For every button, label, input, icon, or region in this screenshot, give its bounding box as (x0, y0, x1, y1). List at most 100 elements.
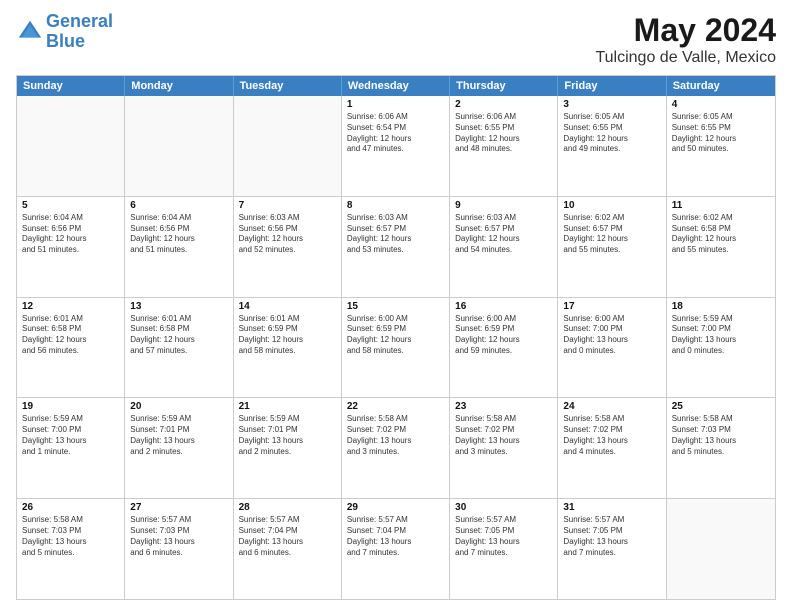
cell-content: Sunrise: 5:58 AM Sunset: 7:03 PM Dayligh… (672, 414, 770, 457)
day-number: 1 (347, 99, 444, 110)
calendar-cell: 5Sunrise: 6:04 AM Sunset: 6:56 PM Daylig… (17, 197, 125, 297)
cell-content: Sunrise: 6:01 AM Sunset: 6:59 PM Dayligh… (239, 314, 336, 357)
calendar-cell: 6 Sunrise: 6:04 AM Sunset: 6:56 PM Daylig… (125, 197, 233, 297)
cell-content: Sunrise: 5:58 AM Sunset: 7:02 PM Dayligh… (455, 414, 552, 457)
day-number: 17 (563, 301, 660, 312)
cell-content: Sunrise: 5:59 AM Sunset: 7:00 PM Dayligh… (672, 314, 770, 357)
calendar-cell: 16 Sunrise: 6:00 AM Sunset: 6:59 PM Dayli… (450, 298, 558, 398)
day-number: 25 (672, 401, 770, 412)
cell-content: Sunrise: 6:01 AM Sunset: 6:58 PM Dayligh… (22, 314, 119, 357)
calendar-cell: 19 Sunrise: 5:59 AM Sunset: 7:00 PM Dayli… (17, 398, 125, 498)
day-number: 9 (455, 200, 552, 211)
calendar-cell: 22 Sunrise: 5:58 AM Sunset: 7:02 PM Dayli… (342, 398, 450, 498)
calendar-row-1: 5Sunrise: 6:04 AM Sunset: 6:56 PM Daylig… (17, 197, 775, 298)
calendar-row-0: 1 Sunrise: 6:06 AM Sunset: 6:54 PM Daylig… (17, 96, 775, 197)
header-cell-thursday: Thursday (450, 76, 558, 96)
calendar-cell: 11 Sunrise: 6:02 AM Sunset: 6:58 PM Dayli… (667, 197, 775, 297)
cell-content: Sunrise: 6:00 AM Sunset: 7:00 PM Dayligh… (563, 314, 660, 357)
logo-text: GeneralBlue (46, 12, 113, 52)
cell-content: Sunrise: 6:06 AM Sunset: 6:54 PM Dayligh… (347, 112, 444, 155)
day-number: 23 (455, 401, 552, 412)
day-number: 7 (239, 200, 336, 211)
calendar-cell (234, 96, 342, 196)
day-number: 18 (672, 301, 770, 312)
calendar-cell: 9 Sunrise: 6:03 AM Sunset: 6:57 PM Daylig… (450, 197, 558, 297)
day-number: 22 (347, 401, 444, 412)
cell-content: Sunrise: 6:02 AM Sunset: 6:58 PM Dayligh… (672, 213, 770, 256)
calendar-cell: 25 Sunrise: 5:58 AM Sunset: 7:03 PM Dayli… (667, 398, 775, 498)
cell-content: Sunrise: 6:05 AM Sunset: 6:55 PM Dayligh… (563, 112, 660, 155)
cell-content: Sunrise: 5:57 AM Sunset: 7:03 PM Dayligh… (130, 515, 227, 558)
day-number: 10 (563, 200, 660, 211)
calendar-row-4: 26Sunrise: 5:58 AM Sunset: 7:03 PM Dayli… (17, 499, 775, 599)
cell-content: Sunrise: 6:06 AM Sunset: 6:55 PM Dayligh… (455, 112, 552, 155)
day-number: 8 (347, 200, 444, 211)
calendar-cell: 7Sunrise: 6:03 AM Sunset: 6:56 PM Daylig… (234, 197, 342, 297)
day-number: 27 (130, 502, 227, 513)
logo-icon (16, 18, 44, 46)
day-number: 12 (22, 301, 119, 312)
day-number: 19 (22, 401, 119, 412)
header-cell-saturday: Saturday (667, 76, 775, 96)
day-number: 16 (455, 301, 552, 312)
cell-content: Sunrise: 5:59 AM Sunset: 7:00 PM Dayligh… (22, 414, 119, 457)
calendar-cell (667, 499, 775, 599)
calendar-cell: 15 Sunrise: 6:00 AM Sunset: 6:59 PM Dayli… (342, 298, 450, 398)
cell-content: Sunrise: 5:59 AM Sunset: 7:01 PM Dayligh… (130, 414, 227, 457)
calendar-cell: 4Sunrise: 6:05 AM Sunset: 6:55 PM Daylig… (667, 96, 775, 196)
day-number: 21 (239, 401, 336, 412)
page: GeneralBlue May 2024 Tulcingo de Valle, … (0, 0, 792, 612)
day-number: 24 (563, 401, 660, 412)
calendar-cell: 2 Sunrise: 6:06 AM Sunset: 6:55 PM Daylig… (450, 96, 558, 196)
calendar-cell: 28Sunrise: 5:57 AM Sunset: 7:04 PM Dayli… (234, 499, 342, 599)
day-number: 14 (239, 301, 336, 312)
header: GeneralBlue May 2024 Tulcingo de Valle, … (16, 12, 776, 67)
cell-content: Sunrise: 6:02 AM Sunset: 6:57 PM Dayligh… (563, 213, 660, 256)
calendar-row-2: 12 Sunrise: 6:01 AM Sunset: 6:58 PM Dayli… (17, 298, 775, 399)
calendar-cell: 3 Sunrise: 6:05 AM Sunset: 6:55 PM Daylig… (558, 96, 666, 196)
day-number: 15 (347, 301, 444, 312)
calendar-cell: 10 Sunrise: 6:02 AM Sunset: 6:57 PM Dayli… (558, 197, 666, 297)
logo: GeneralBlue (16, 12, 113, 52)
calendar-cell: 29Sunrise: 5:57 AM Sunset: 7:04 PM Dayli… (342, 499, 450, 599)
day-number: 29 (347, 502, 444, 513)
calendar-cell: 27 Sunrise: 5:57 AM Sunset: 7:03 PM Dayli… (125, 499, 233, 599)
day-number: 11 (672, 200, 770, 211)
header-cell-sunday: Sunday (17, 76, 125, 96)
cell-content: Sunrise: 6:03 AM Sunset: 6:57 PM Dayligh… (347, 213, 444, 256)
cell-content: Sunrise: 5:57 AM Sunset: 7:05 PM Dayligh… (455, 515, 552, 558)
day-number: 6 (130, 200, 227, 211)
calendar-cell: 14 Sunrise: 6:01 AM Sunset: 6:59 PM Dayli… (234, 298, 342, 398)
main-title: May 2024 (595, 12, 776, 49)
day-number: 31 (563, 502, 660, 513)
calendar-cell: 31 Sunrise: 5:57 AM Sunset: 7:05 PM Dayli… (558, 499, 666, 599)
calendar-cell: 20 Sunrise: 5:59 AM Sunset: 7:01 PM Dayli… (125, 398, 233, 498)
calendar-cell: 12 Sunrise: 6:01 AM Sunset: 6:58 PM Dayli… (17, 298, 125, 398)
day-number: 3 (563, 99, 660, 110)
day-number: 13 (130, 301, 227, 312)
calendar: SundayMondayTuesdayWednesdayThursdayFrid… (16, 75, 776, 600)
cell-content: Sunrise: 5:57 AM Sunset: 7:05 PM Dayligh… (563, 515, 660, 558)
day-number: 2 (455, 99, 552, 110)
header-cell-tuesday: Tuesday (234, 76, 342, 96)
cell-content: Sunrise: 6:01 AM Sunset: 6:58 PM Dayligh… (130, 314, 227, 357)
calendar-cell: 1 Sunrise: 6:06 AM Sunset: 6:54 PM Daylig… (342, 96, 450, 196)
cell-content: Sunrise: 5:58 AM Sunset: 7:02 PM Dayligh… (563, 414, 660, 457)
calendar-cell: 21Sunrise: 5:59 AM Sunset: 7:01 PM Dayli… (234, 398, 342, 498)
day-number: 20 (130, 401, 227, 412)
cell-content: Sunrise: 6:00 AM Sunset: 6:59 PM Dayligh… (455, 314, 552, 357)
cell-content: Sunrise: 6:04 AM Sunset: 6:56 PM Dayligh… (22, 213, 119, 256)
calendar-cell: 17 Sunrise: 6:00 AM Sunset: 7:00 PM Dayli… (558, 298, 666, 398)
calendar-cell: 26Sunrise: 5:58 AM Sunset: 7:03 PM Dayli… (17, 499, 125, 599)
cell-content: Sunrise: 6:03 AM Sunset: 6:57 PM Dayligh… (455, 213, 552, 256)
calendar-header: SundayMondayTuesdayWednesdayThursdayFrid… (17, 76, 775, 96)
day-number: 30 (455, 502, 552, 513)
cell-content: Sunrise: 6:00 AM Sunset: 6:59 PM Dayligh… (347, 314, 444, 357)
calendar-cell: 18 Sunrise: 5:59 AM Sunset: 7:00 PM Dayli… (667, 298, 775, 398)
day-number: 4 (672, 99, 770, 110)
cell-content: Sunrise: 5:58 AM Sunset: 7:02 PM Dayligh… (347, 414, 444, 457)
calendar-cell: 13 Sunrise: 6:01 AM Sunset: 6:58 PM Dayli… (125, 298, 233, 398)
subtitle: Tulcingo de Valle, Mexico (595, 49, 776, 67)
calendar-cell: 24 Sunrise: 5:58 AM Sunset: 7:02 PM Dayli… (558, 398, 666, 498)
cell-content: Sunrise: 6:04 AM Sunset: 6:56 PM Dayligh… (130, 213, 227, 256)
